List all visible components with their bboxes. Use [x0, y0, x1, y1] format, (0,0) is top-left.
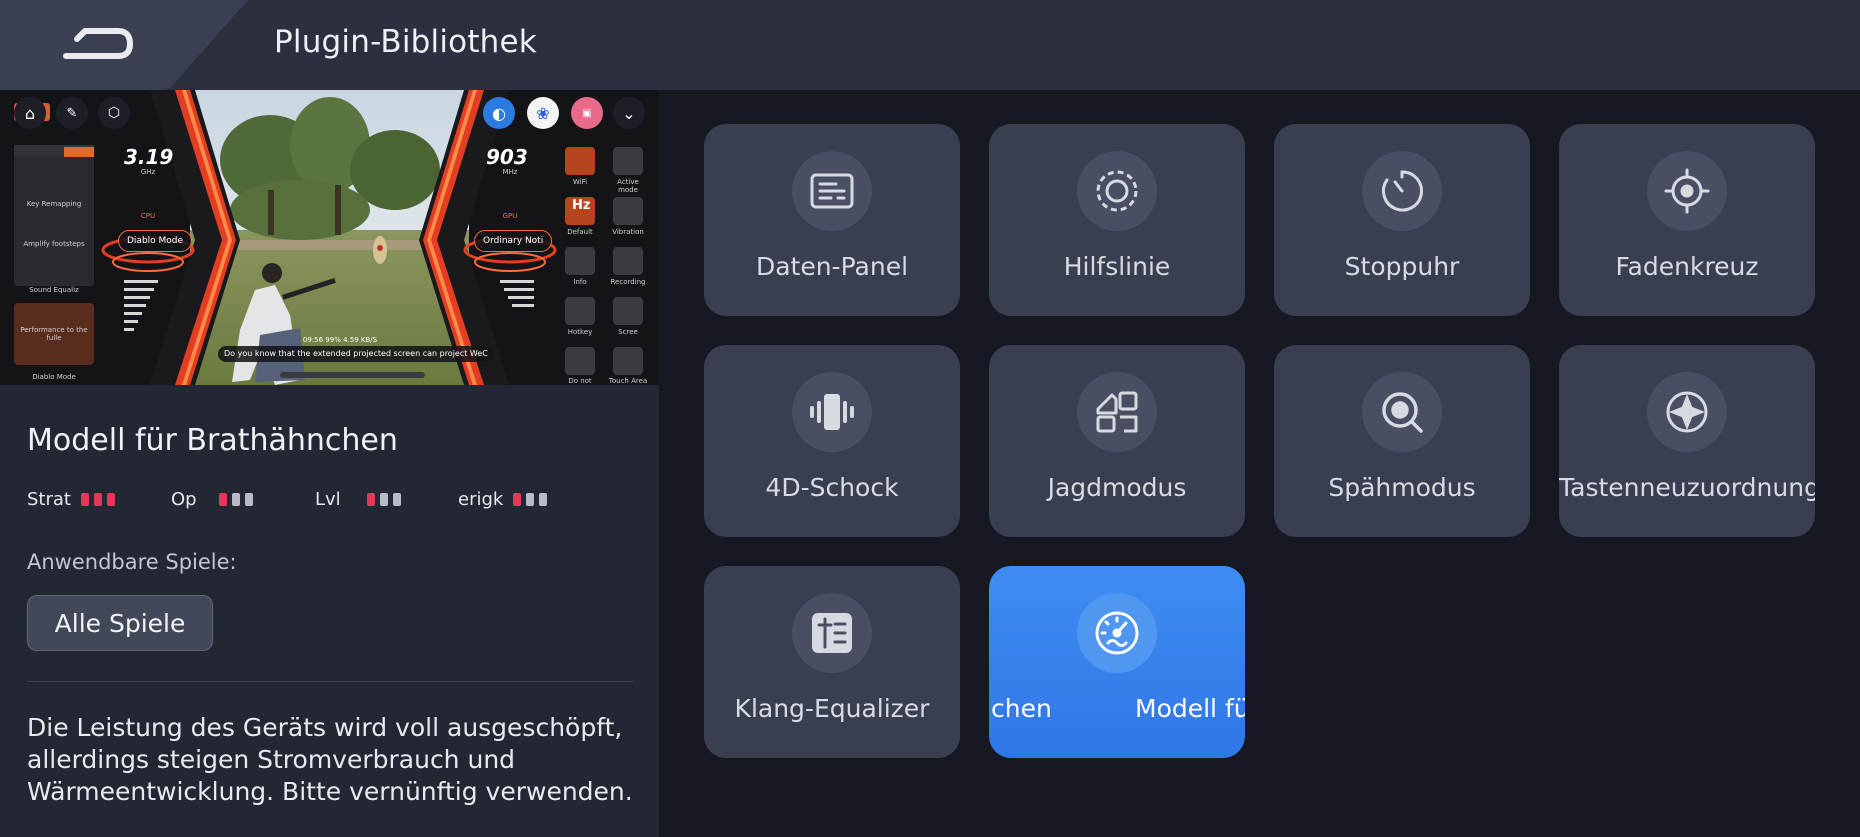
key-remap-icon — [1647, 372, 1727, 452]
right-label: Info — [573, 278, 587, 286]
plugin-tile-hunt-mode[interactable]: Jagdmodus — [989, 345, 1245, 537]
stat-bar — [366, 493, 375, 506]
status-line: 09:56 99% 4.59 KB/S — [302, 336, 378, 344]
plugin-tile-crosshair[interactable]: Fadenkreuz — [1559, 124, 1815, 316]
plugin-tile-key-remap[interactable]: Tastenneuzuordnung — [1559, 345, 1815, 537]
divider — [27, 681, 633, 682]
plugin-label: Tastenneuzuordnung — [1559, 473, 1815, 502]
hz-label: Hz — [572, 198, 591, 213]
cpu-label: CPU — [140, 212, 156, 220]
gpu-unit: MHz — [502, 168, 518, 176]
all-games-button[interactable]: Alle Spiele — [27, 595, 213, 651]
plugin-label: 4D-Schock — [765, 473, 899, 502]
page-title: Plugin-Bibliothek — [274, 24, 537, 60]
plugin-label: Daten-Panel — [755, 252, 909, 281]
plugin-preview-image: ⌂ ✎ ⬡ ◐ ❀ ▣ ⌄ 3.19 GHz CPU 903 MHz GPU D… — [0, 90, 659, 385]
left-mode-pill: Diablo Mode — [118, 230, 193, 252]
right-label: Scree — [618, 328, 638, 336]
stat-label: Strat — [27, 489, 71, 510]
stopwatch-icon — [1362, 151, 1442, 231]
stat-bar — [392, 493, 401, 506]
right-mode-pill: Ordinary Noti — [474, 230, 553, 252]
stat-bars — [218, 493, 253, 506]
plugin-label: Klang-Equalizer — [734, 694, 930, 723]
stat-bar — [379, 493, 388, 506]
plugin-label: Spähmodus — [1328, 473, 1476, 502]
stat-lvl: Lvl — [315, 489, 401, 510]
right-label: Hotkey — [567, 328, 593, 336]
cpu-unit: GHz — [140, 168, 156, 176]
plugin-tile-scout-mode[interactable]: Spähmodus — [1274, 345, 1530, 537]
right-label: Active mode — [617, 178, 639, 194]
vibration-icon — [792, 372, 872, 452]
plugin-label: Jagdmodus — [1047, 473, 1187, 502]
side-label: Sound Equaliz — [29, 286, 79, 294]
side-label: Key Remapping — [26, 200, 82, 208]
plugin-label: Hilfslinie — [1063, 252, 1171, 281]
home-icon: ⌂ — [14, 97, 46, 129]
stat-bar — [93, 493, 102, 506]
top-bar: Plugin-Bibliothek — [0, 0, 1860, 90]
bilibili-app-icon: ▣ — [571, 97, 603, 129]
baidu-app-icon: ❀ — [527, 97, 559, 129]
stat-bar — [539, 493, 548, 506]
scout-mode-icon — [1362, 372, 1442, 452]
stat-bar — [244, 493, 253, 506]
plugin-label: Fadenkreuz — [1615, 252, 1759, 281]
stat-op: Op — [171, 489, 253, 510]
side-label: Amplify footsteps — [23, 240, 85, 248]
stat-bars — [80, 493, 115, 506]
right-label: Vibration — [612, 228, 644, 236]
chevron-down-icon: ⌄ — [613, 97, 645, 129]
cpu-value: 3.19 — [124, 145, 174, 169]
plugin-title: Modell für Brathähnchen — [27, 423, 398, 458]
stat-bar — [80, 493, 89, 506]
plugin-tile-stopwatch[interactable]: Stoppuhr — [1274, 124, 1530, 316]
applicable-games-label: Anwendbare Spiele: — [27, 550, 237, 574]
gpu-label: GPU — [502, 212, 518, 220]
settings-hex-icon: ⬡ — [98, 97, 130, 129]
browser-app-icon: ◐ — [483, 97, 515, 129]
right-label: Touch Area — [608, 377, 648, 385]
stat-bar — [231, 493, 240, 506]
stat-strat: Strat — [27, 489, 115, 510]
plugin-tile-guide-line[interactable]: Hilfslinie — [989, 124, 1245, 316]
side-label: Diablo Mode — [32, 373, 76, 381]
right-label: WiFi — [572, 178, 588, 186]
stat-erigk: erigk — [458, 489, 548, 510]
right-label: Recording — [610, 278, 646, 286]
gpu-value: 903 — [486, 145, 528, 169]
crosshair-icon — [1647, 151, 1727, 231]
stat-bar — [513, 493, 522, 506]
side-label: Performance to the fulle — [20, 326, 88, 342]
data-panel-icon — [792, 151, 872, 231]
plugin-detail-panel: ⌂ ✎ ⬡ ◐ ❀ ▣ ⌄ 3.19 GHz CPU 903 MHz GPU D… — [0, 90, 659, 837]
tip-banner: Do you know that the extended projected … — [218, 346, 494, 362]
hunt-mode-icon — [1077, 372, 1157, 452]
sound-equalizer-icon — [792, 593, 872, 673]
right-label: Default — [567, 228, 593, 236]
stat-bar — [106, 493, 115, 506]
plugin-tile-data-panel[interactable]: Daten-Panel — [704, 124, 960, 316]
plugin-label: Stoppuhr — [1344, 252, 1460, 281]
plugin-label-part: Modell fü — [1135, 694, 1245, 723]
plugin-description: Die Leistung des Geräts wird voll ausges… — [27, 713, 633, 806]
stat-bar — [218, 493, 227, 506]
right-label: Do not disturb — [568, 377, 592, 385]
stat-bar — [526, 493, 535, 506]
stat-bars — [366, 493, 401, 506]
plugin-tile-sound-equalizer[interactable]: Klang-Equalizer — [704, 566, 960, 758]
stat-label: erigk — [458, 489, 504, 510]
plugin-tile-4d-shock[interactable]: 4D-Schock — [704, 345, 960, 537]
edit-icon: ✎ — [56, 97, 88, 129]
stat-label: Op — [171, 489, 197, 510]
stat-label: Lvl — [315, 489, 341, 510]
stat-bars — [513, 493, 548, 506]
plugin-tile-performance-model[interactable]: chen Modell fü — [989, 566, 1245, 758]
plugin-label-marquee: chen Modell fü — [989, 694, 1245, 728]
guide-line-icon — [1077, 151, 1157, 231]
plugin-label-part: chen — [991, 694, 1052, 723]
back-button[interactable] — [0, 0, 250, 90]
performance-gauge-icon — [1077, 593, 1157, 673]
